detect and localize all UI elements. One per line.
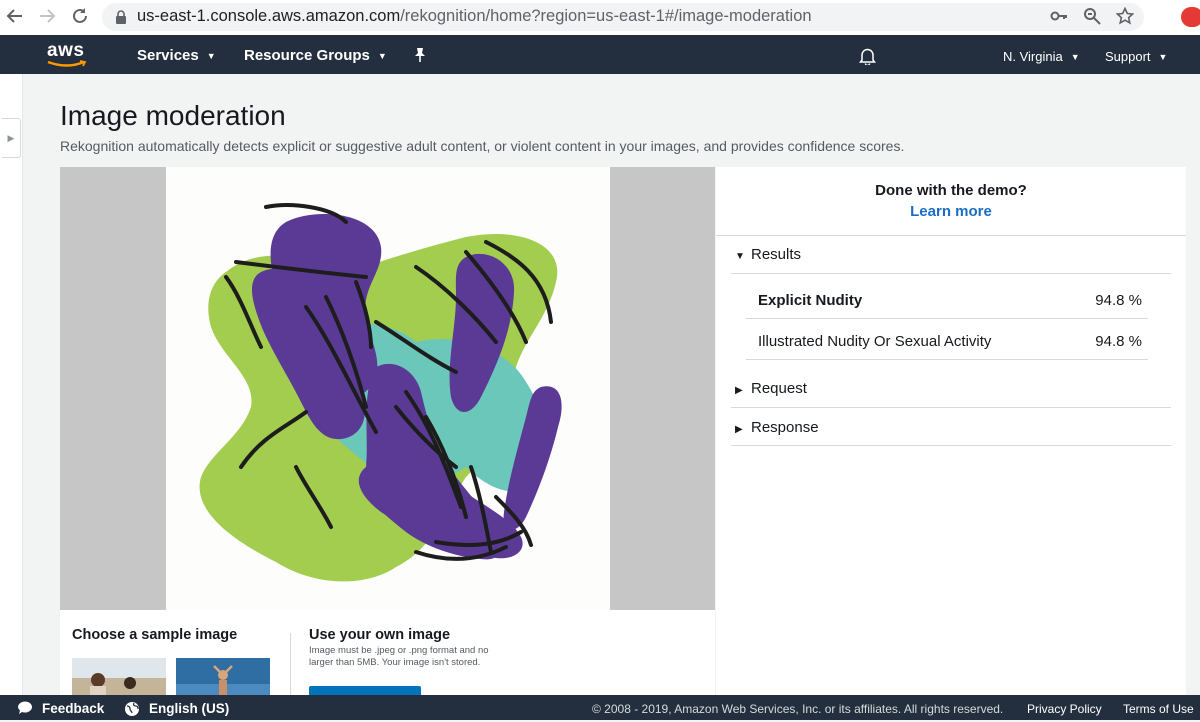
request-toggle[interactable]: ▶ Request <box>735 380 807 397</box>
privacy-policy-link[interactable]: Privacy Policy <box>1027 702 1102 716</box>
learn-more-link[interactable]: Learn more <box>716 203 1186 220</box>
region-menu[interactable]: N. Virginia ▼ <box>1003 49 1080 64</box>
lock-icon[interactable] <box>115 10 127 30</box>
page-description: Rekognition automatically detects explic… <box>60 138 905 154</box>
sample-thumbnail-2[interactable] <box>176 658 270 695</box>
star-icon[interactable] <box>1115 6 1135 30</box>
done-with-demo-text: Done with the demo? <box>875 182 1027 199</box>
zoom-icon[interactable] <box>1083 7 1101 30</box>
page-title: Image moderation <box>60 100 286 131</box>
services-menu[interactable]: Services ▼ <box>137 47 216 64</box>
feedback-link[interactable]: Feedback <box>42 701 104 716</box>
pin-icon[interactable] <box>413 47 427 68</box>
result-label: Explicit Nudity <box>758 292 863 309</box>
forward-arrow-icon[interactable] <box>38 7 56 29</box>
globe-icon <box>124 701 140 722</box>
sample-thumbnail-1[interactable] <box>72 658 166 695</box>
result-confidence: 94.8 % <box>1095 333 1142 350</box>
aws-logo[interactable]: aws <box>47 41 87 68</box>
result-confidence: 94.8 % <box>1095 292 1142 309</box>
own-image-note: Image must be .jpeg or .png format and n… <box>309 645 489 668</box>
divider <box>746 318 1148 319</box>
divider <box>731 445 1171 446</box>
sample-image-heading: Choose a sample image <box>72 627 238 643</box>
result-label: Illustrated Nudity Or Sexual Activity <box>758 333 992 350</box>
bell-icon[interactable] <box>859 47 876 70</box>
side-rail <box>0 74 23 695</box>
extension-icon[interactable] <box>1181 7 1200 27</box>
results-toggle[interactable]: ▼ Results <box>735 246 801 263</box>
panel-divider <box>290 633 291 695</box>
divider <box>716 235 1186 236</box>
chevron-right-icon: ▶ <box>7 133 15 143</box>
response-toggle[interactable]: ▶ Response <box>735 419 819 436</box>
support-menu[interactable]: Support ▼ <box>1105 49 1167 64</box>
caret-right-icon: ▶ <box>735 424 743 435</box>
caret-down-icon: ▼ <box>735 251 745 262</box>
copyright-text: © 2008 - 2019, Amazon Web Services, Inc.… <box>592 702 1004 716</box>
resource-groups-menu[interactable]: Resource Groups ▼ <box>244 47 387 64</box>
key-icon[interactable] <box>1050 7 1068 30</box>
divider <box>731 407 1171 408</box>
reload-icon[interactable] <box>71 7 89 29</box>
caret-down-icon: ▼ <box>1070 52 1080 62</box>
caret-down-icon: ▼ <box>1158 52 1168 62</box>
own-image-heading: Use your own image <box>309 627 451 643</box>
divider <box>746 359 1148 360</box>
terms-of-use-link[interactable]: Terms of Use <box>1123 702 1194 716</box>
language-selector[interactable]: English (US) <box>149 701 229 716</box>
caret-down-icon: ▼ <box>377 51 387 61</box>
back-arrow-icon[interactable] <box>6 7 24 29</box>
url-text[interactable]: us-east-1.console.aws.amazon.com/rekogni… <box>137 7 812 26</box>
sidebar-toggle[interactable]: ▶ <box>2 118 21 158</box>
caret-right-icon: ▶ <box>735 385 743 396</box>
divider <box>731 273 1171 274</box>
preview-image <box>166 167 610 610</box>
feedback-icon <box>17 701 33 720</box>
caret-down-icon: ▼ <box>206 51 216 61</box>
